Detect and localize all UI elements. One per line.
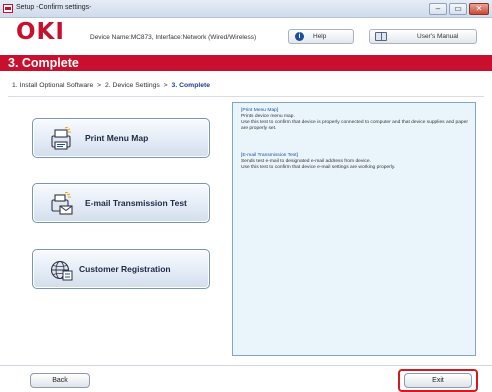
window-titlebar: Setup -Confirm settings- – ▭ ✕ <box>0 0 492 18</box>
footer-divider <box>0 365 492 366</box>
print-menu-map-label: Print Menu Map <box>85 133 149 143</box>
globe-registration-icon <box>50 260 73 281</box>
customer-registration-button[interactable]: Customer Registration <box>32 249 210 289</box>
email-transmission-test-label: E-mail Transmission Test <box>85 198 187 208</box>
users-manual-button[interactable]: User's Manual <box>369 29 477 44</box>
email-transmission-test-button[interactable]: E-mail Transmission Test <box>32 183 210 223</box>
page-title-bar: 3. Complete <box>0 55 492 71</box>
breadcrumb-step-1: 1. Install Optional Software <box>12 82 94 89</box>
description-panel: [Print Menu Map] Prints device menu map.… <box>232 102 476 356</box>
print-menu-map-icon <box>51 127 71 150</box>
maximize-icon[interactable]: ▭ <box>449 3 467 15</box>
email-test-description-line: Use this test to confirm that device e-m… <box>241 165 396 170</box>
minimize-icon[interactable]: – <box>429 3 447 15</box>
header-divider <box>8 96 484 97</box>
app-icon <box>3 4 13 13</box>
page-title: 3. Complete <box>8 56 79 70</box>
print-menu-map-button[interactable]: Print Menu Map <box>32 118 210 158</box>
help-button[interactable]: i Help <box>288 29 354 44</box>
email-printer-icon <box>51 192 73 215</box>
breadcrumb-step-2: 2. Device Settings <box>105 82 160 89</box>
book-icon <box>375 32 387 41</box>
back-button[interactable]: Back <box>30 373 90 388</box>
customer-registration-label: Customer Registration <box>79 264 171 274</box>
print-menu-description: [Print Menu Map] Prints device menu map.… <box>241 108 473 132</box>
device-name-label: Device Name:MC873, Interface:Network (Wi… <box>90 34 257 41</box>
help-button-label: Help <box>313 33 327 40</box>
breadcrumb: 1. Install Optional Software > 2. Device… <box>12 82 210 89</box>
print-menu-description-line: Use this test to confirm that device is … <box>241 120 468 131</box>
oki-logo: OKI <box>16 19 65 45</box>
users-manual-label: User's Manual <box>417 33 459 40</box>
close-icon[interactable]: ✕ <box>469 3 489 15</box>
breadcrumb-separator: > <box>163 82 168 89</box>
breadcrumb-step-current: 3. Complete <box>171 82 211 89</box>
info-icon: i <box>295 32 304 41</box>
email-test-description: [E-mail Transmission Test] Sends test e-… <box>241 153 473 171</box>
exit-button[interactable]: Exit <box>404 373 472 388</box>
breadcrumb-separator: > <box>97 82 102 89</box>
window-title: Setup -Confirm settings- <box>16 4 92 11</box>
